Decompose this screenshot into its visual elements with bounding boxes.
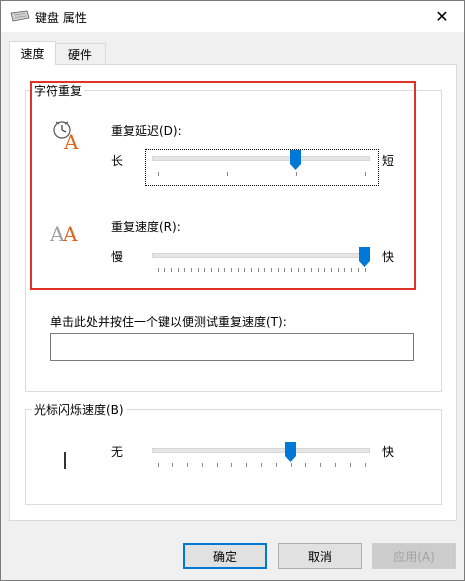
repeat-rate-tick (224, 268, 226, 272)
repeat-rate-tick (170, 268, 172, 272)
ok-button[interactable]: 确定 (183, 543, 267, 569)
keyboard-properties-window: 键盘 属性 ✕ 速度 硬件 字符重复 A 重复延迟(D): 长 短 A A 重复… (0, 0, 465, 581)
repeat-rate-tick (264, 268, 266, 272)
cursor-blink-tick (275, 463, 277, 467)
repeat-rate-tick (317, 268, 319, 272)
cursor-blink-track (152, 448, 370, 453)
svg-text:A: A (63, 130, 79, 151)
keyboard-icon (10, 10, 30, 22)
repeat-rate-ticks (152, 268, 370, 272)
cursor-blink-group-label: 光标闪烁速度(B) (32, 401, 126, 418)
cursor-blink-preview (64, 452, 66, 469)
cursor-blink-min-label: 无 (111, 445, 124, 459)
repeat-rate-tick (157, 268, 159, 272)
cursor-blink-tick (320, 463, 322, 467)
cursor-blink-tick (157, 463, 159, 467)
repeat-rate-tick (331, 268, 333, 272)
repeat-delay-tick (226, 172, 228, 176)
repeat-delay-thumb[interactable] (290, 150, 301, 170)
repeat-rate-tick (210, 268, 212, 272)
repeat-rate-tick (304, 268, 306, 272)
cursor-blink-tick (290, 463, 292, 467)
tab-speed[interactable]: 速度 (9, 41, 56, 65)
repeat-rate-max-label: 快 (382, 250, 395, 264)
repeat-rate-tick (257, 268, 259, 272)
repeat-rate-tick (197, 268, 199, 272)
repeat-rate-tick (271, 268, 273, 272)
apply-button[interactable]: 应用(A) (372, 543, 456, 569)
repeat-rate-label: 重复速度(R): (111, 220, 181, 234)
repeat-rate-tick (351, 268, 353, 272)
repeat-rate-tick (244, 268, 246, 272)
tab-bar: 速度 硬件 (1, 41, 464, 65)
cursor-blink-tick (201, 463, 203, 467)
cursor-blink-slider[interactable] (152, 442, 370, 470)
repeat-rate-tick (217, 268, 219, 272)
cursor-blink-tick (246, 463, 248, 467)
repeat-delay-min-label: 长 (111, 154, 124, 168)
repeat-rate-tick (297, 268, 299, 272)
cursor-blink-max-label: 快 (382, 445, 395, 459)
repeat-rate-tick (291, 268, 293, 272)
repeat-delay-ticks (152, 172, 370, 176)
cursor-blink-tick (172, 463, 174, 467)
cursor-blink-tick (305, 463, 307, 467)
repeat-rate-tick (311, 268, 313, 272)
repeat-rate-tick (177, 268, 179, 272)
close-button[interactable]: ✕ (420, 1, 464, 32)
repeat-rate-tick (337, 268, 339, 272)
repeat-rate-slider[interactable] (152, 247, 370, 275)
repeat-delay-tick (295, 172, 297, 176)
repeat-rate-tick (190, 268, 192, 272)
repeat-test-label: 单击此处并按住一个键以便测试重复速度(T): (50, 315, 287, 329)
cursor-blink-thumb[interactable] (285, 442, 297, 462)
repeat-rate-thumb[interactable] (359, 247, 370, 267)
tab-hardware[interactable]: 硬件 (54, 43, 106, 64)
char-repeat-group-label: 字符重复 (32, 82, 85, 99)
repeat-rate-track (152, 253, 370, 258)
cursor-blink-tick (216, 463, 218, 467)
repeat-rate-tick (277, 268, 279, 272)
repeat-rate-tick (230, 268, 232, 272)
repeat-delay-tick (157, 172, 159, 176)
repeat-delay-max-label: 短 (382, 154, 395, 168)
cursor-blink-tick (261, 463, 262, 467)
repeat-delay-tick (364, 172, 366, 176)
cursor-blink-tick (334, 463, 336, 467)
repeat-rate-tick (204, 268, 206, 272)
title-bar[interactable]: 键盘 属性 ✕ (1, 1, 464, 32)
repeat-test-input[interactable] (50, 333, 414, 361)
repeat-delay-label: 重复延迟(D): (111, 124, 182, 138)
repeat-rate-tick (344, 268, 346, 272)
repeat-rate-tick (184, 268, 186, 272)
repeat-delay-track (152, 156, 370, 161)
repeat-rate-tick (237, 268, 239, 272)
svg-text:A: A (62, 222, 78, 245)
repeat-delay-slider[interactable] (152, 150, 370, 182)
repeat-delay-icon: A (53, 121, 79, 151)
cancel-button[interactable]: 取消 (278, 543, 362, 569)
cursor-blink-tick (349, 463, 351, 467)
repeat-rate-tick (164, 268, 166, 272)
close-icon: ✕ (435, 7, 449, 26)
repeat-rate-tick (324, 268, 326, 272)
repeat-rate-tick (357, 268, 359, 272)
repeat-rate-tick (284, 268, 286, 272)
window-title: 键盘 属性 (35, 11, 87, 25)
repeat-rate-min-label: 慢 (111, 250, 124, 264)
cursor-blink-tick (231, 463, 233, 467)
repeat-rate-icon: A A (50, 222, 78, 245)
repeat-rate-tick (250, 268, 252, 272)
cursor-blink-ticks (152, 463, 370, 467)
repeat-rate-tick (364, 268, 366, 272)
cursor-blink-tick (364, 463, 366, 467)
speed-panel: 字符重复 A 重复延迟(D): 长 短 A A 重复速度(R): 慢 快 单击此… (9, 64, 457, 521)
cursor-blink-tick (187, 463, 189, 467)
